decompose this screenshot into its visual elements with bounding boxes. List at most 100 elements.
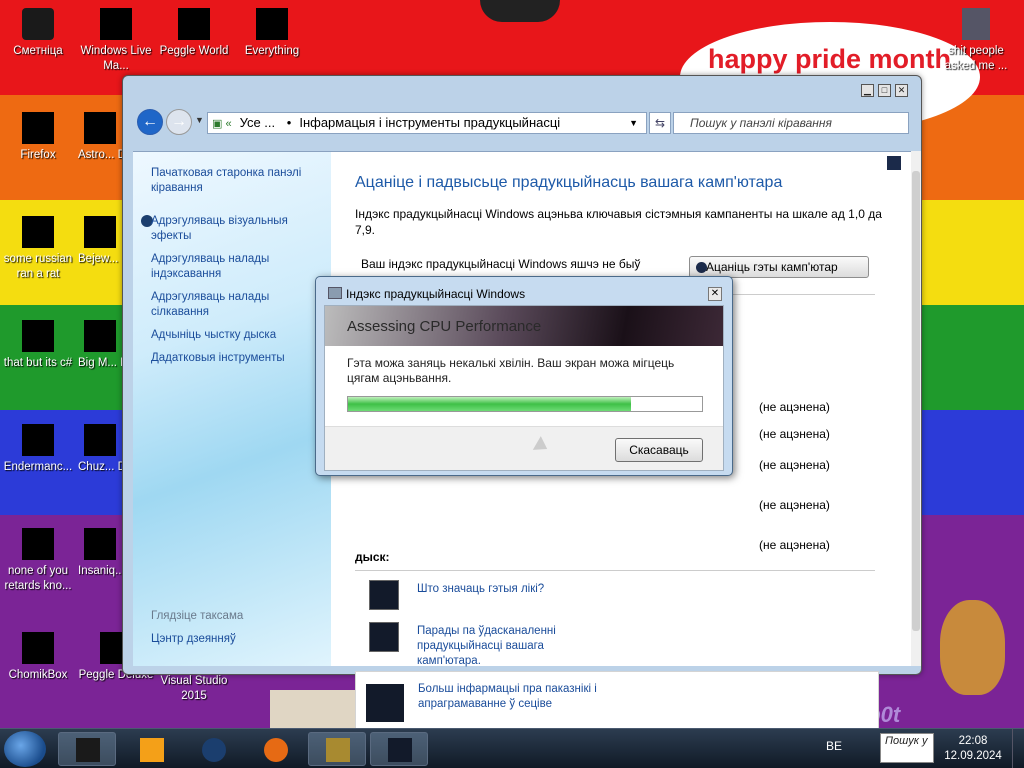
taskbar-search[interactable]: Пошук у: [880, 733, 934, 763]
assessment-dialog: Індэкс прадукцыйнасці Windows ✕ Assessin…: [315, 276, 733, 476]
monitor-icon: [369, 580, 399, 610]
help-icon[interactable]: [887, 156, 901, 170]
sidebar-item-indexing[interactable]: Адрэгуляваць налады індэксавання: [151, 252, 301, 282]
taskbar-item-performance[interactable]: [58, 732, 116, 766]
desktop-icon-windows-live[interactable]: Windows Live Ma...: [78, 6, 154, 74]
breadcrumb[interactable]: ▣ « Усе ... • Інфармацыя і інструменты пра…: [207, 112, 647, 134]
rate-computer-label: Ацаніць гэты камп'ютар: [706, 260, 838, 274]
link-text[interactable]: Што значаць гэтыя лікі?: [417, 582, 587, 597]
desktop-icon-bejeweled[interactable]: Bejew... Delu...: [78, 214, 122, 267]
dialog-banner: Assessing CPU Performance: [325, 306, 723, 346]
chomikbox-icon: [22, 632, 54, 664]
page-title: Ацаніце і падвысьце прадукцыйнасць вашаг…: [355, 174, 783, 191]
media-player-icon: [140, 738, 164, 762]
taskbar-item-globe[interactable]: [184, 732, 242, 766]
control-panel-icon: ▣ «: [212, 118, 232, 130]
progress-fill: [348, 397, 632, 411]
progress-bar: [347, 396, 703, 412]
dialog-close-button[interactable]: ✕: [708, 287, 722, 301]
back-button[interactable]: ←: [137, 109, 163, 135]
page-description: Індэкс прадукцыйнасці Windows ацэньва кл…: [355, 207, 882, 237]
desktop-icon-insaniquarium[interactable]: Insaniq... Delu...: [78, 526, 122, 579]
disk-label: дыск:: [355, 550, 390, 564]
taskbar-item-control-panel[interactable]: [370, 732, 428, 766]
address-bar-area: ← → ▼ ▣ « Усе ... • Інфармацыя і інструмен…: [133, 106, 915, 140]
desktop-icon-endermanch[interactable]: Endermanc...: [0, 422, 76, 475]
desktop-icon-recycle-bin[interactable]: Сметніца: [0, 6, 76, 59]
refresh-icon[interactable]: ⇆: [649, 112, 671, 134]
desktop-icon-peggle-world[interactable]: Peggle World: [156, 6, 232, 59]
cancel-button[interactable]: Скасаваць: [615, 438, 703, 462]
desktop-icon-astro[interactable]: Astro... Delu...: [78, 110, 122, 163]
desktop-icon-csharp[interactable]: that but its c#: [0, 318, 76, 371]
performance-icon: [328, 287, 342, 299]
game-icon: [84, 216, 116, 248]
desktop-icon-everything[interactable]: Everything: [234, 6, 310, 59]
dialog-body: Assessing CPU Performance Гэта можа заня…: [324, 305, 724, 471]
breadcrumb-root[interactable]: Усе ...: [240, 115, 276, 130]
desktop-icon-folder[interactable]: shit people asked me ...: [940, 6, 1012, 74]
rate-computer-button[interactable]: Ацаніць гэты камп'ютар: [689, 256, 869, 278]
shield-icon: [696, 262, 707, 273]
scrollbar[interactable]: [911, 151, 921, 666]
status-text: Ваш індэкс прадукцыйнасці Windows яшчэ н…: [361, 257, 641, 271]
monitor-icon: [388, 738, 412, 762]
performance-icon: [76, 738, 100, 762]
monitor-icon: [369, 622, 399, 652]
game-icon: [84, 424, 116, 456]
desktop-icon-chomikbox[interactable]: ChomikBox: [0, 630, 76, 683]
start-button[interactable]: [4, 731, 46, 767]
desktop-icon-chuzzle[interactable]: Chuz... Delu...: [78, 422, 122, 475]
maximize-button[interactable]: □: [878, 84, 891, 97]
language-indicator[interactable]: BE: [826, 739, 842, 753]
firefox-icon: [22, 112, 54, 144]
sidebar-item-power[interactable]: Адрэгуляваць налады сілкавання: [151, 290, 311, 320]
breadcrumb-separator: •: [286, 115, 292, 130]
minimize-button[interactable]: ▁: [861, 84, 874, 97]
sidebar-item-advanced-tools[interactable]: Дадатковыя інструменты: [151, 351, 321, 366]
close-button[interactable]: ✕: [895, 84, 908, 97]
sidebar-item-action-center[interactable]: Цэнтр дзеянняў: [151, 632, 236, 647]
recycle-bin-icon: [22, 8, 54, 40]
banner-text: Assessing CPU Performance: [347, 318, 542, 335]
sidebar-item-home[interactable]: Пачатковая старонка панэлі кіравання: [151, 166, 321, 196]
divider: [355, 570, 875, 571]
sidebar-item-disk-cleanup[interactable]: Адчыніць чыстку дыска: [151, 328, 311, 343]
more-info-link[interactable]: Больш інфармацыі пра паказнікі і апрагра…: [418, 682, 598, 712]
globe-icon: [202, 738, 226, 762]
desktop-icon-russian-rat[interactable]: some russian ran a rat: [0, 214, 76, 282]
taskbar-item-chomikbox[interactable]: [308, 732, 366, 766]
speech-bubble-text: happy pride month: [708, 44, 951, 74]
show-desktop-button[interactable]: [1012, 729, 1024, 768]
desktop-icon-none-of-you[interactable]: none of you retards kno...: [0, 526, 76, 594]
everything-icon: [256, 8, 288, 40]
app-icon: [22, 424, 54, 456]
dialog-message: Гэта можа заняць некалькі хвілін. Ваш эк…: [347, 356, 675, 385]
game-icon: [84, 112, 116, 144]
forward-button[interactable]: →: [166, 109, 192, 135]
recent-pages-icon[interactable]: ▼: [195, 115, 204, 125]
clock-date: 12.09.2024: [944, 750, 1002, 762]
desktop-icon-firefox[interactable]: Firefox: [0, 110, 76, 163]
see-also-heading: Глядзіце таксама: [151, 610, 244, 622]
sidebar: Пачатковая старонка панэлі кіравання Адр…: [133, 151, 331, 666]
chevron-down-icon[interactable]: ▼: [629, 113, 638, 133]
desktop-icon-visual-studio[interactable]: Visual Studio 2015: [156, 674, 232, 704]
game-icon: [84, 320, 116, 352]
link-text[interactable]: Парады па ўдасканаленні прадукцыйнасці в…: [417, 624, 587, 669]
app-icon: [22, 528, 54, 560]
desktop-icon-big-money[interactable]: Big M... Delu...: [78, 318, 122, 371]
peggle-icon: [178, 8, 210, 40]
taskbar-item-media[interactable]: [122, 732, 180, 766]
file-icon: [22, 320, 54, 352]
score-value: (не ацэнена): [759, 498, 830, 512]
sidebar-item-visual-effects[interactable]: Адрэгуляваць візуальныя эфекты: [151, 214, 311, 244]
scrollbar-thumb[interactable]: [912, 171, 920, 631]
breadcrumb-current[interactable]: Інфармацыя і інструменты прадукцыйнасці: [299, 115, 560, 130]
clock[interactable]: 22:08 12.09.2024: [936, 734, 1010, 764]
search-input[interactable]: Пошук у панэлі кіравання: [673, 112, 909, 134]
taskbar-item-firefox[interactable]: [246, 732, 304, 766]
score-value: (не ацэнена): [759, 458, 830, 472]
header-logo: [480, 0, 560, 22]
score-value: (не ацэнена): [759, 538, 830, 552]
